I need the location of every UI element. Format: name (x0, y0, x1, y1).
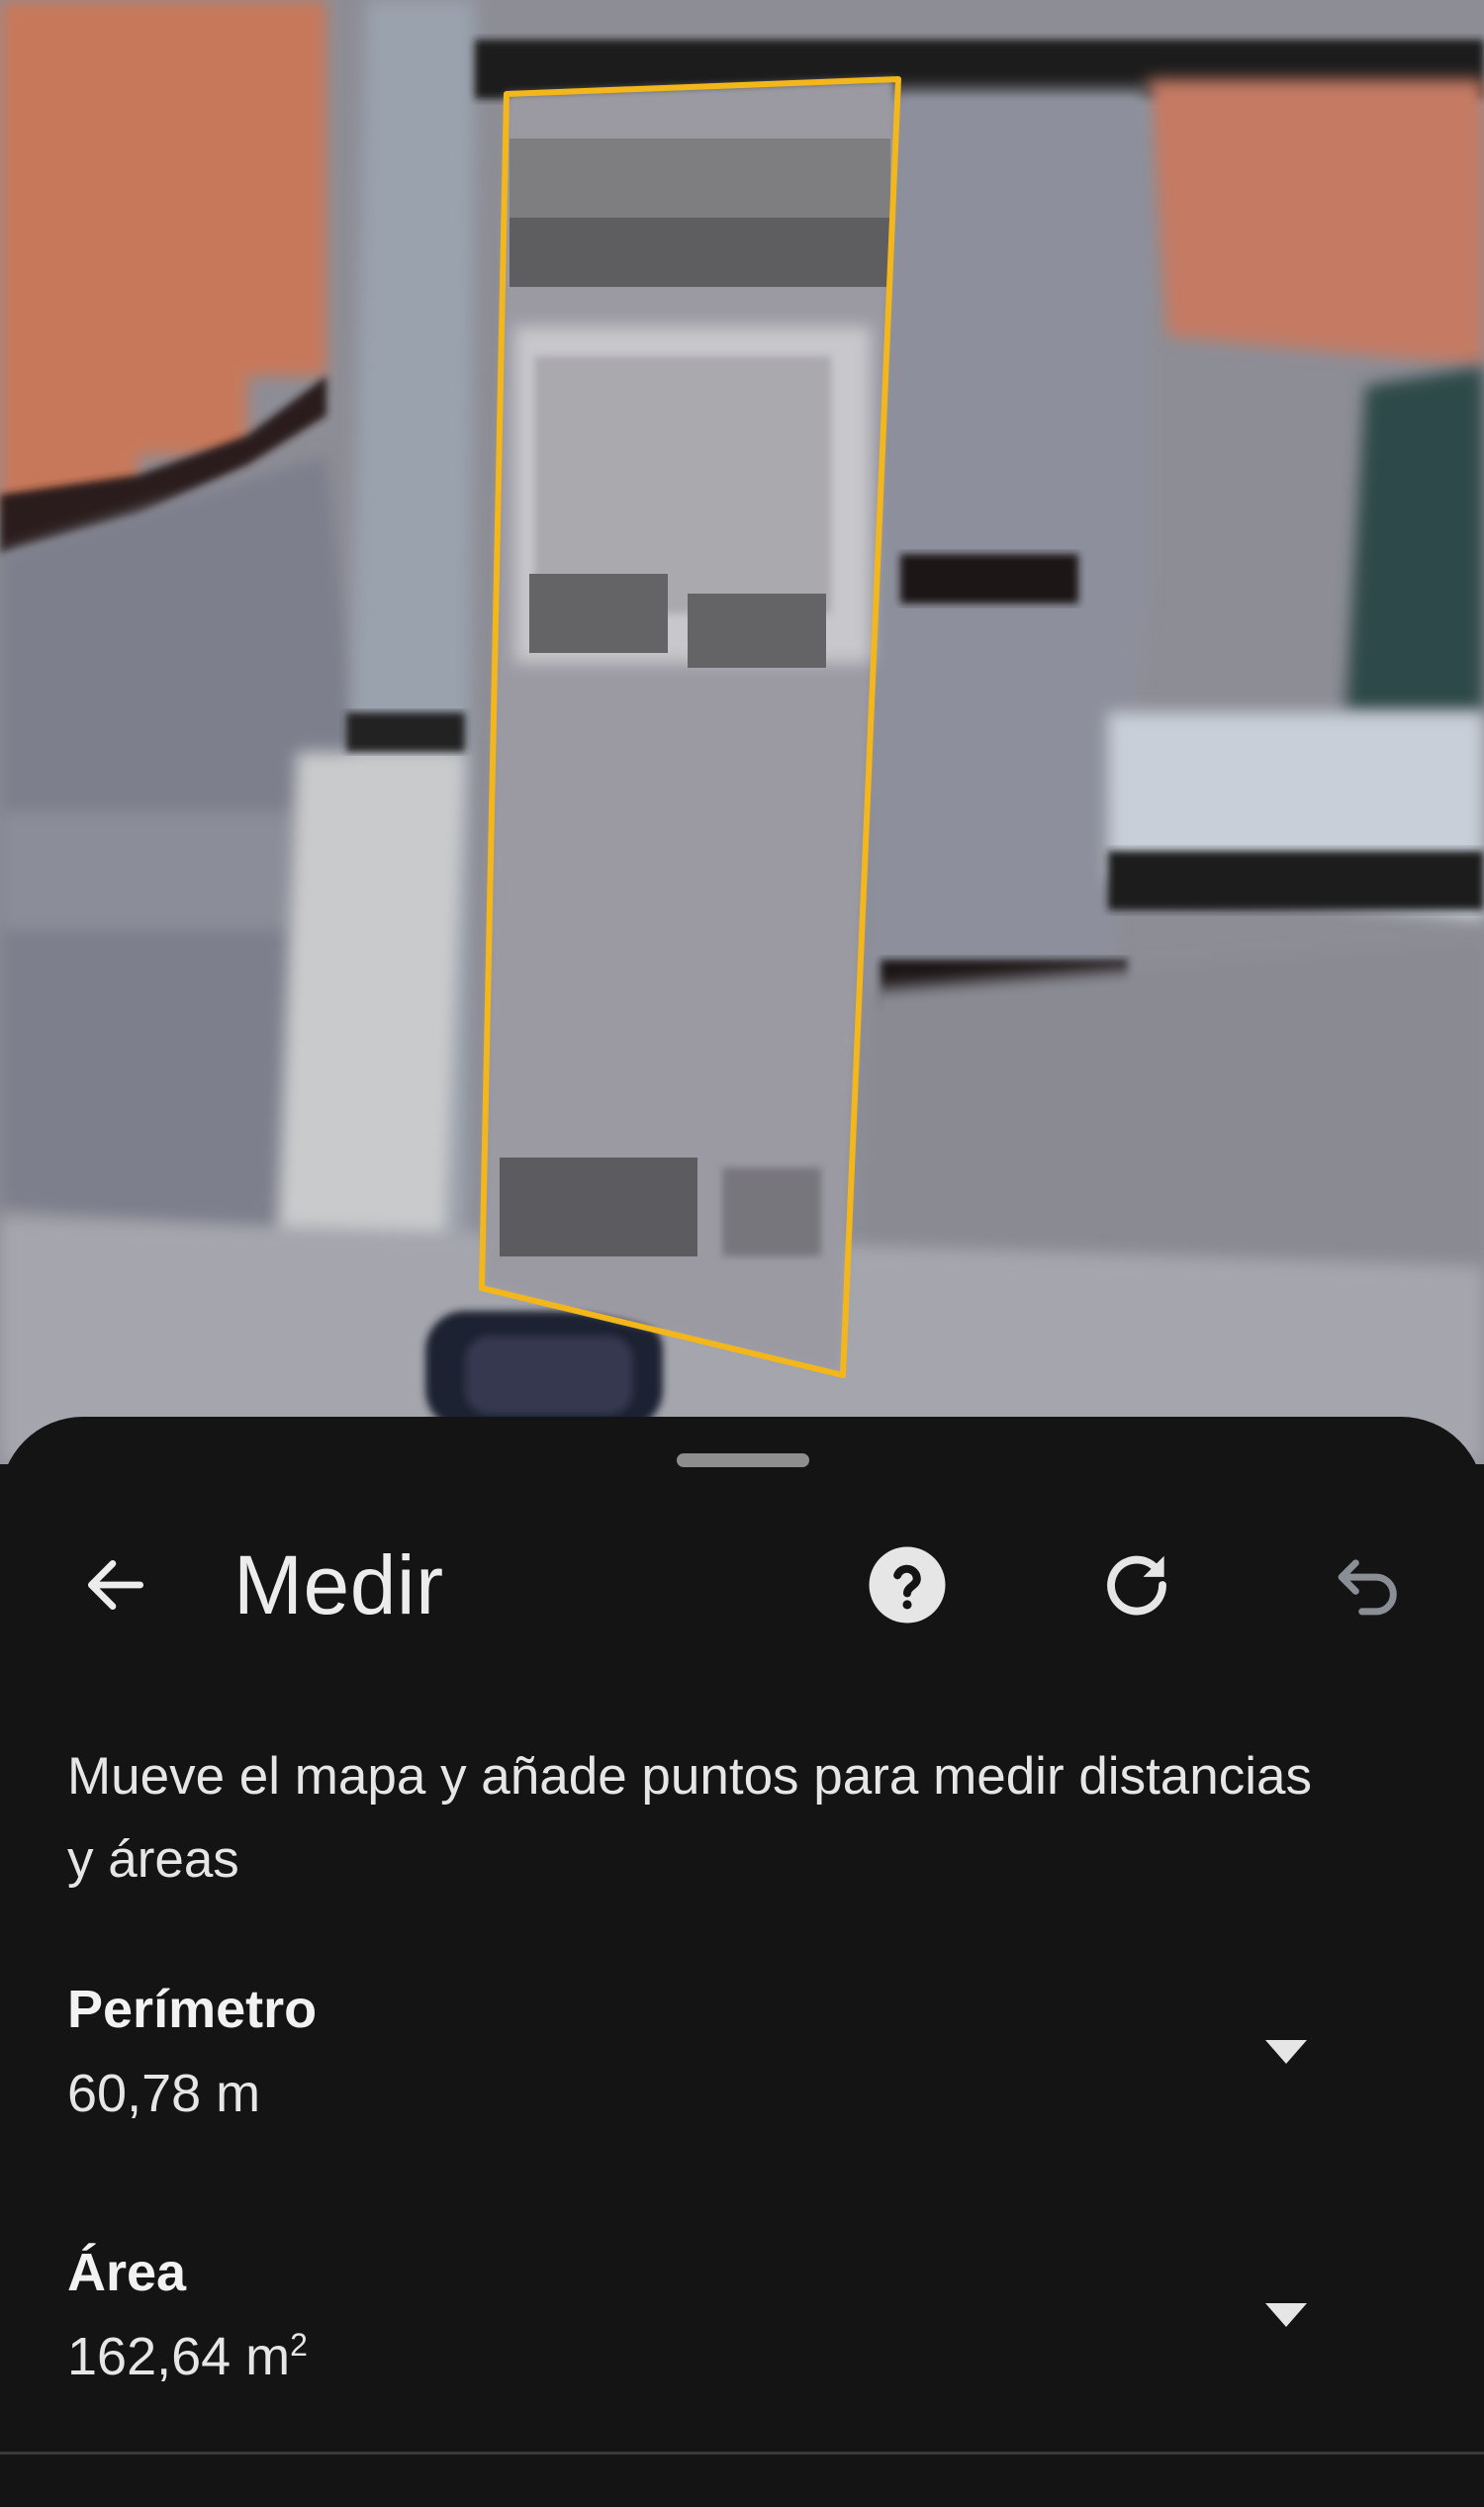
perimeter-row[interactable]: Perímetro 60,78 m (0, 1971, 1484, 2169)
undo-icon (1338, 1559, 1397, 1616)
help-button[interactable] (853, 1531, 962, 1639)
map-imagery (0, 0, 1484, 1464)
area-label: Área (67, 2243, 187, 2302)
refresh-icon (1107, 1555, 1166, 1616)
satellite-map[interactable] (0, 0, 1484, 1464)
caret-down-icon (1265, 2303, 1307, 2327)
measure-header: Medir (0, 1526, 1484, 1644)
area-dropdown[interactable] (1254, 2283, 1318, 2347)
undo-button[interactable] (1314, 1531, 1423, 1639)
perimeter-label: Perímetro (67, 1980, 318, 2039)
back-button[interactable] (61, 1531, 170, 1639)
divider (0, 2452, 1484, 2455)
perimeter-value: 60,78 m (67, 2064, 261, 2123)
help-circle-icon (869, 1546, 946, 1624)
perimeter-dropdown[interactable] (1254, 2020, 1318, 2084)
area-row[interactable]: Área 162,64 m2 (0, 2234, 1484, 2432)
arrow-left-icon (87, 1560, 144, 1610)
measure-bottom-sheet: Medir Mueve el mapa y añade puntos para … (0, 1417, 1484, 2507)
caret-down-icon (1265, 2040, 1307, 2064)
measure-instructions: Mueve el mapa y añade puntos para medir … (67, 1747, 1312, 1889)
refresh-button[interactable] (1082, 1531, 1191, 1639)
drag-handle[interactable] (677, 1453, 809, 1467)
area-value: 162,64 m2 (67, 2327, 308, 2386)
area-unit-exponent: 2 (290, 2327, 308, 2363)
page-title: Medir (233, 1538, 444, 1631)
